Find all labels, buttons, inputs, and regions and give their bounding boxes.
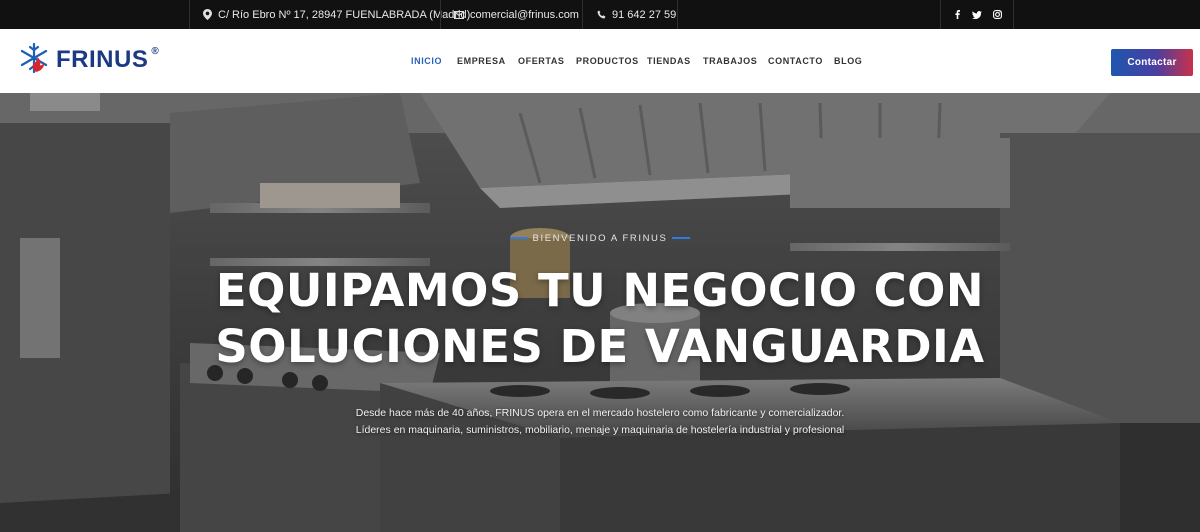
topbar-divider xyxy=(440,0,441,29)
email-link[interactable]: comercial@frinus.com xyxy=(470,9,579,21)
topbar-divider xyxy=(189,0,190,29)
subtitle-line-1: Desde hace más de 40 años, FRINUS opera … xyxy=(355,407,845,419)
headline-line-2: SOLUCIONES DE VANGUARDIA xyxy=(215,320,985,373)
main-nav: INICIO EMPRESA OFERTAS PRODUCTOS TIENDAS… xyxy=(0,29,1200,93)
topbar-divider xyxy=(582,0,583,29)
nav-item-blog[interactable]: BLOG xyxy=(834,29,862,93)
contactar-button[interactable]: Contactar xyxy=(1111,49,1193,76)
nav-item-contacto[interactable]: CONTACTO xyxy=(768,29,823,93)
top-info-bar: C/ Río Ebro Nº 17, 28947 FUENLABRADA (Ma… xyxy=(0,0,1200,29)
email-item[interactable]: comercial@frinus.com xyxy=(454,0,579,29)
nav-item-inicio[interactable]: INICIO xyxy=(411,29,442,93)
phone-link[interactable]: 91 642 27 59 xyxy=(612,9,676,21)
facebook-icon[interactable] xyxy=(947,0,967,29)
nav-item-trabajos[interactable]: TRABAJOS xyxy=(703,29,757,93)
subtitle-line-2: Líderes en maquinaria, suministros, mobi… xyxy=(355,424,845,436)
accent-line-left xyxy=(509,237,528,240)
headline-line-1: EQUIPAMOS TU NEGOCIO CON xyxy=(215,264,985,317)
twitter-icon[interactable] xyxy=(967,0,987,29)
phone-icon xyxy=(597,10,606,19)
topbar-divider xyxy=(1013,0,1014,29)
hero-subtitle: Desde hace más de 40 años, FRINUS opera … xyxy=(0,405,1200,439)
hero-section: BIENVENIDO A FRINUS EQUIPAMOS TU NEGOCIO… xyxy=(0,93,1200,532)
nav-item-productos[interactable]: PRODUCTOS xyxy=(576,29,639,93)
hero-headline: EQUIPAMOS TU NEGOCIO CON SOLUCIONES DE V… xyxy=(0,263,1200,375)
address-item: C/ Río Ebro Nº 17, 28947 FUENLABRADA (Ma… xyxy=(203,0,470,29)
site-header: FRINUS ® INICIO EMPRESA OFERTAS PRODUCTO… xyxy=(0,29,1200,94)
nav-item-empresa[interactable]: EMPRESA xyxy=(457,29,506,93)
instagram-icon[interactable] xyxy=(987,0,1007,29)
address-text: C/ Río Ebro Nº 17, 28947 FUENLABRADA (Ma… xyxy=(218,8,471,21)
envelope-icon xyxy=(454,10,464,19)
hero-eyebrow: BIENVENIDO A FRINUS xyxy=(0,233,1200,244)
eyebrow-text: BIENVENIDO A FRINUS xyxy=(532,233,668,244)
accent-line-right xyxy=(672,237,691,240)
phone-item[interactable]: 91 642 27 59 xyxy=(597,0,676,29)
topbar-divider xyxy=(940,0,941,29)
map-marker-icon xyxy=(203,9,212,20)
topbar-divider xyxy=(677,0,678,29)
nav-item-ofertas[interactable]: OFERTAS xyxy=(518,29,565,93)
nav-item-tiendas[interactable]: TIENDAS xyxy=(647,29,691,93)
